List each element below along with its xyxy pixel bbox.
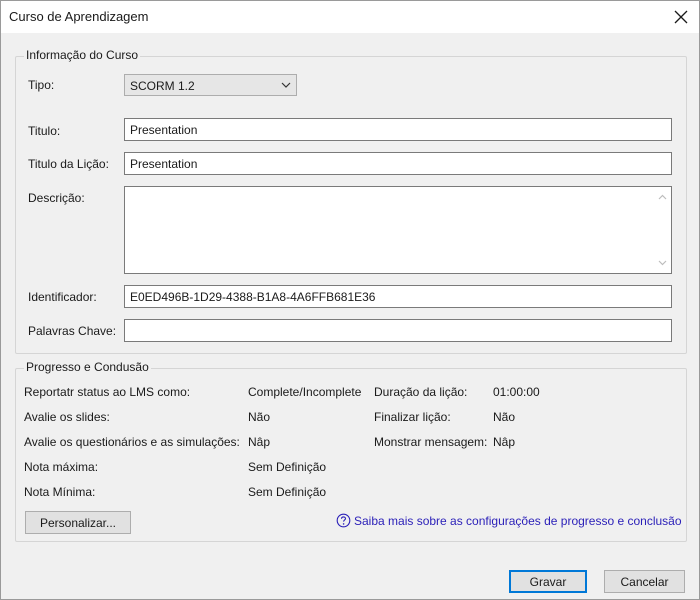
chevron-down-icon bbox=[281, 82, 291, 88]
dialog-window: Curso de Aprendizagem Informação do Curs… bbox=[0, 0, 700, 600]
progress-value: 01:00:00 bbox=[493, 385, 540, 399]
progress-label: Reportatr status ao LMS como: bbox=[24, 385, 191, 399]
save-button[interactable]: Gravar bbox=[509, 570, 587, 593]
progress-label: Monstrar mensagem: bbox=[374, 435, 488, 449]
progress-value: Sem Definição bbox=[248, 460, 327, 474]
help-link[interactable]: Saiba mais sobre as configurações de pro… bbox=[336, 513, 682, 528]
progress-label: Duração da lição: bbox=[374, 385, 468, 399]
customize-button[interactable]: Personalizar... bbox=[25, 511, 131, 534]
progress-value: Não bbox=[493, 410, 516, 424]
progress-value: Nâp bbox=[493, 435, 516, 449]
progress-label: Nota máxima: bbox=[24, 460, 99, 474]
help-circle-icon bbox=[336, 513, 351, 528]
progress-label: Avalie os questionários e as simulações: bbox=[24, 435, 240, 449]
title-bar: Curso de Aprendizagem bbox=[1, 1, 699, 33]
progress-value: Não bbox=[248, 410, 271, 424]
course-info-legend: Informação do Curso bbox=[24, 48, 141, 62]
progress-value: Sem Definição bbox=[248, 485, 327, 499]
title-label: Titulo: bbox=[28, 124, 61, 138]
scroll-down-icon[interactable] bbox=[658, 258, 667, 267]
keywords-input[interactable] bbox=[124, 319, 672, 342]
progress-value: Complete/Incomplete bbox=[248, 385, 362, 399]
lesson-title-input[interactable] bbox=[124, 152, 672, 175]
progress-label: Avalie os slides: bbox=[24, 410, 110, 424]
scroll-up-icon[interactable] bbox=[658, 193, 667, 202]
progress-legend: Progresso e Condusão bbox=[24, 360, 151, 374]
type-select-value: SCORM 1.2 bbox=[130, 79, 195, 93]
window-title: Curso de Aprendizagem bbox=[9, 9, 149, 24]
type-select[interactable]: SCORM 1.2 bbox=[124, 74, 297, 96]
progress-value: Nâp bbox=[248, 435, 271, 449]
identifier-input[interactable] bbox=[124, 285, 672, 308]
close-button[interactable] bbox=[669, 5, 693, 29]
description-label: Descrição: bbox=[28, 191, 85, 205]
description-textarea[interactable] bbox=[124, 186, 672, 274]
cancel-button[interactable]: Cancelar bbox=[604, 570, 685, 593]
keywords-label: Palavras Chave: bbox=[28, 324, 117, 338]
description-scrollbar[interactable] bbox=[654, 187, 671, 273]
progress-label: Finalizar lição: bbox=[374, 410, 451, 424]
progress-label: Nota Mínima: bbox=[24, 485, 96, 499]
identifier-label: Identificador: bbox=[28, 290, 97, 304]
help-link-text[interactable]: Saiba mais sobre as configurações de pro… bbox=[354, 514, 682, 528]
lesson-title-label: Titulo da Lição: bbox=[28, 157, 109, 171]
title-input[interactable] bbox=[124, 118, 672, 141]
close-icon bbox=[674, 10, 688, 24]
type-label: Tipo: bbox=[28, 78, 55, 92]
